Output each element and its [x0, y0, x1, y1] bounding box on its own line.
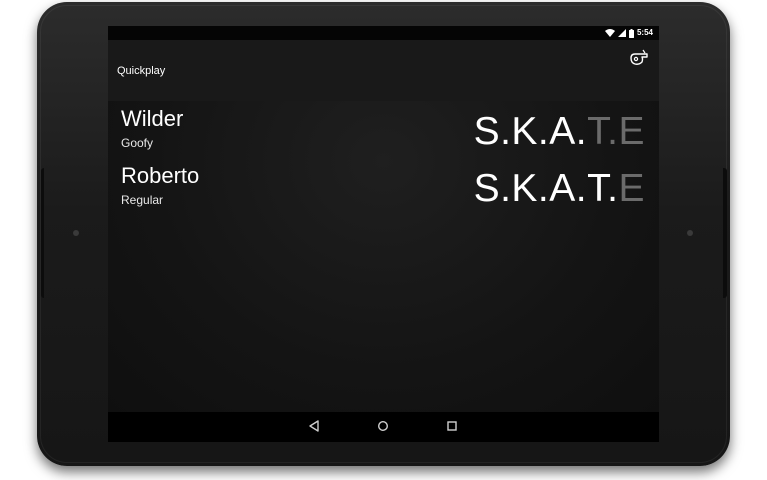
player-stance: Regular	[121, 193, 164, 207]
player-list: Wilder Goofy S.K.A.T.E Roberto Regular S…	[108, 101, 659, 412]
skate-letter: E	[618, 110, 645, 153]
skate-letters: S.K.A.T.E	[474, 167, 645, 211]
list-item-player[interactable]: Wilder Goofy S.K.A.T.E	[108, 101, 659, 156]
status-bar: 5:54	[108, 26, 659, 40]
skate-letter: S.	[473, 167, 512, 210]
whistle-icon[interactable]	[629, 49, 651, 67]
navigation-bar	[108, 412, 659, 442]
signal-icon	[617, 29, 626, 37]
skate-letter: E	[618, 167, 645, 210]
home-icon[interactable]	[376, 419, 390, 433]
skate-letter: T.	[587, 167, 619, 210]
player-stance: Goofy	[121, 136, 154, 150]
power-button	[41, 168, 44, 298]
wifi-icon	[604, 29, 615, 37]
player-name: Roberto	[121, 163, 200, 188]
player-name: Wilder	[121, 106, 184, 131]
status-time: 5:54	[636, 28, 653, 37]
battery-icon	[628, 28, 634, 38]
status-icons: 5:54	[604, 28, 653, 38]
action-bar: Quickplay	[108, 40, 659, 101]
skate-letter: A.	[549, 110, 588, 153]
recents-icon[interactable]	[445, 419, 459, 433]
list-item-player[interactable]: Roberto Regular S.K.A.T.E	[108, 158, 659, 213]
skate-letters: S.K.A.T.E	[474, 110, 645, 154]
skate-letter: T.	[587, 110, 619, 153]
app-title: Quickplay	[117, 65, 166, 77]
volume-button	[723, 168, 727, 298]
skate-letter: S.	[473, 110, 512, 153]
front-sensor-right	[687, 230, 693, 236]
back-icon[interactable]	[307, 419, 321, 433]
skate-letter: A.	[549, 167, 588, 210]
front-sensor-left	[73, 230, 79, 236]
skate-letter: K.	[511, 110, 550, 153]
skate-letter: K.	[511, 167, 550, 210]
screen: 5:54 Quickplay Wilder Goofy S.K.A.T.E Ro…	[108, 26, 659, 412]
